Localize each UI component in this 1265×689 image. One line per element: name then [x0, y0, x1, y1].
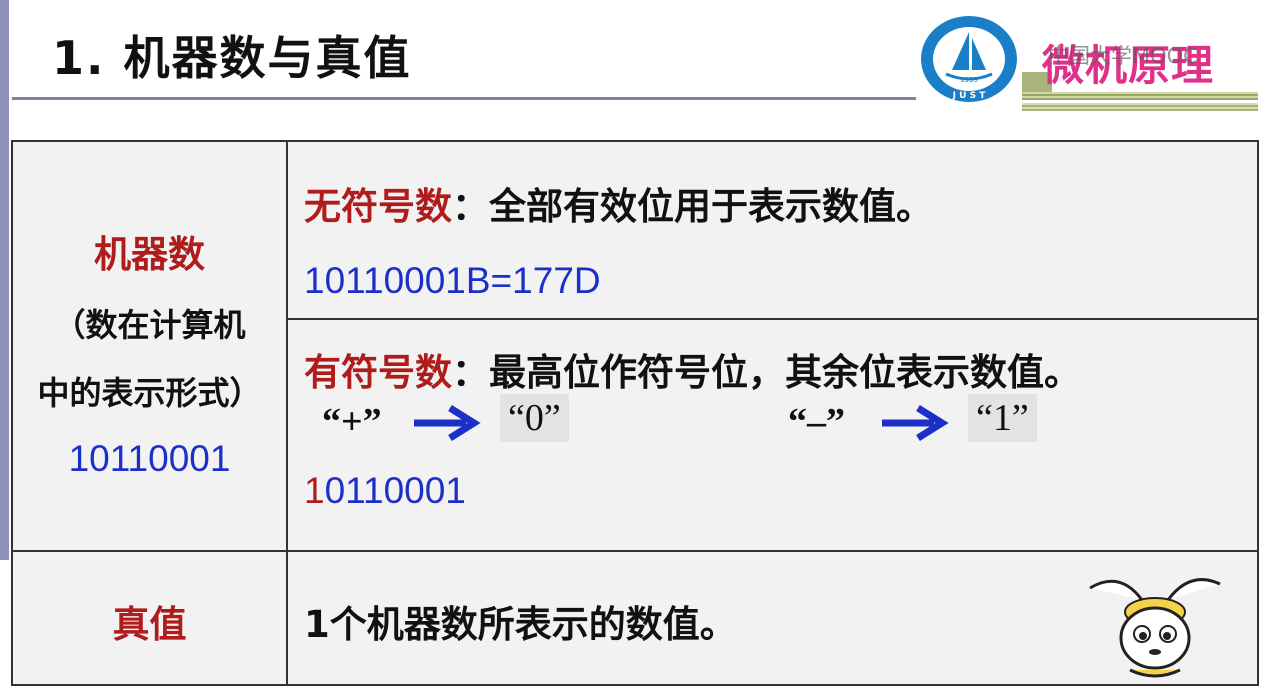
true-value-desc: 1个机器数所表示的数值。: [304, 603, 737, 646]
concept-table: 机器数 （数在计算机 中的表示形式） 10110001 无符号数：全部有效位用于…: [11, 140, 1259, 686]
unsigned-definition: 无符号数：全部有效位用于表示数值。: [304, 176, 933, 230]
machine-number-note-line1: （数在计算机: [53, 306, 246, 344]
mooc-watermark: 中国大学MOOC: [1048, 44, 1198, 68]
true-value-label-cell: 真值: [11, 550, 288, 686]
page-title: 1. 机器数与真值: [52, 31, 412, 85]
machine-number-label-cell: 机器数 （数在计算机 中的表示形式） 10110001: [11, 140, 288, 552]
machine-number-note-line2: 中的表示形式）: [37, 374, 262, 412]
zero-bit-box: “0”: [500, 394, 569, 442]
decorative-bar-lower: [1022, 103, 1258, 111]
signed-example: 10110001: [304, 470, 466, 512]
signed-key: 有符号数: [304, 351, 452, 394]
arrow-right-icon: [414, 405, 481, 441]
signed-definition: 有符号数：最高位作符号位，其余位表示数值。: [304, 342, 1081, 396]
signed-desc: ：最高位作符号位，其余位表示数值。: [452, 351, 1081, 394]
unsigned-desc: ：全部有效位用于表示数值。: [452, 185, 933, 228]
svg-text:J U S T: J U S T: [952, 91, 987, 101]
table-row: 机器数 （数在计算机 中的表示形式） 10110001 无符号数：全部有效位用于…: [11, 140, 1259, 552]
true-value-heading: 真值: [112, 603, 187, 646]
machine-number-heading: 机器数: [94, 233, 205, 276]
unsigned-example: 10110001B=177D: [304, 260, 601, 301]
sign-bit: 1: [304, 470, 325, 511]
svg-text:1933: 1933: [960, 76, 978, 84]
arrow-right-icon: [882, 405, 949, 441]
machine-number-example: 10110001: [68, 438, 231, 479]
one-bit-box: “1”: [968, 394, 1037, 442]
cartoon-mascot-image: [1089, 578, 1221, 678]
plus-sign-label: “+”: [322, 401, 382, 443]
table-row: 真值 1个机器数所表示的数值。: [11, 550, 1259, 686]
title-divider: [12, 97, 916, 100]
left-accent-stripe: [0, 0, 9, 560]
unsigned-cell: 无符号数：全部有效位用于表示数值。 10110001B=177D: [286, 140, 1259, 320]
unsigned-key: 无符号数: [304, 185, 452, 228]
signed-cell: 有符号数：最高位作符号位，其余位表示数值。 “+” “0” “–” “1” 10…: [286, 318, 1259, 552]
minus-sign-label: “–”: [788, 401, 845, 443]
value-bits: 0110001: [324, 470, 466, 511]
university-logo: 1933 J U S T: [921, 16, 1017, 102]
decorative-bar: [1022, 92, 1258, 100]
